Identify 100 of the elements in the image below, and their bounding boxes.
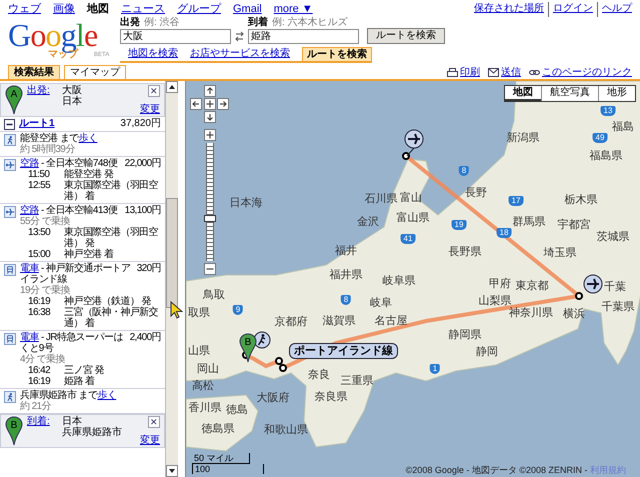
search-tab[interactable]: 地図を検索	[128, 47, 178, 61]
map-type-button[interactable]: 地図	[505, 86, 541, 101]
collapse-icon[interactable]	[4, 118, 15, 130]
swap-icon[interactable]	[235, 31, 244, 42]
place-label: 群馬県	[512, 216, 546, 228]
walk-link[interactable]: 歩く	[78, 133, 98, 144]
place-label: 山梨県	[478, 295, 512, 307]
stop-text: 神戸空港（鉄道） 発	[64, 296, 151, 307]
printer-icon	[447, 68, 458, 77]
time-text: 16:19	[28, 376, 52, 387]
location-input[interactable]: 姫路	[248, 29, 359, 44]
panel-tab[interactable]: マイマップ	[64, 65, 126, 79]
zoom-slider[interactable]	[206, 143, 214, 261]
place-label: 宇都宮	[558, 219, 590, 231]
nav-link[interactable]: Gmail	[233, 2, 262, 17]
road-shield: 8	[458, 166, 470, 176]
walker-icon	[4, 134, 16, 146]
nav-link[interactable]: 地図	[87, 2, 109, 17]
map-type-button[interactable]: 地形	[598, 86, 635, 101]
zoom-out-button[interactable]	[204, 263, 216, 275]
place-label: 千葉県	[602, 301, 634, 313]
scroll-thumb[interactable]	[166, 198, 178, 308]
nav-link[interactable]: ウェブ	[8, 2, 41, 17]
cursor-icon	[170, 301, 184, 319]
route-link[interactable]: ルート1	[19, 118, 116, 130]
nav-link[interactable]: グループ	[177, 2, 221, 17]
mode-link[interactable]: 空路	[20, 205, 39, 216]
place-label: 徳島県	[202, 423, 234, 435]
walk-link[interactable]: 歩く	[97, 390, 116, 401]
zoom-slider-thumb[interactable]	[204, 214, 216, 222]
scale-bar: 100	[192, 464, 264, 474]
road-shield: 41	[400, 234, 416, 244]
scroll-up-button[interactable]	[166, 81, 178, 93]
place-label: 徳島	[226, 404, 248, 416]
step-text: 空路 - 全日本空輸748便	[20, 158, 118, 169]
page-action-link[interactable]: このページのリンク	[542, 66, 632, 79]
zoom-in-button[interactable]	[204, 129, 216, 141]
change-link[interactable]: 変更	[140, 435, 160, 446]
map-pin-icon: A	[5, 85, 23, 115]
road-shield: 13	[600, 106, 616, 116]
mode-link[interactable]: 空路	[20, 158, 39, 169]
place-label: 岐阜	[370, 297, 392, 309]
link-icon	[529, 68, 540, 77]
field-label: 到着	[248, 17, 268, 29]
close-button[interactable]: ✕	[148, 416, 160, 428]
place-label: 奈良	[308, 369, 330, 381]
address-text: 兵庫県姫路市	[62, 427, 123, 438]
fare-text: 37,820円	[120, 118, 161, 130]
stop-text: 神戸空港 着	[64, 249, 114, 260]
stop-text: 東京国際空港（羽田空港） 着	[64, 180, 160, 202]
account-link[interactable]: 保存された場所	[474, 2, 544, 17]
panel-tab[interactable]: 検索結果	[8, 65, 60, 79]
place-label: 山県	[188, 345, 210, 357]
nav-link[interactable]: ニュース	[121, 2, 165, 17]
place-label: 福井	[335, 245, 357, 257]
place-label: 静岡	[476, 346, 498, 358]
road-shield: 17	[508, 196, 524, 206]
address-text: 日本	[62, 416, 83, 427]
nav-link[interactable]: more ▼	[274, 2, 313, 17]
place-label: 埼玉県	[544, 247, 576, 259]
endpoint-link[interactable]: 出発:	[27, 85, 50, 115]
change-link[interactable]: 変更	[140, 104, 160, 115]
envelope-icon	[488, 68, 499, 77]
place-label: 日本海	[230, 197, 262, 209]
nav-link[interactable]: 画像	[53, 2, 75, 17]
search-tab[interactable]: お店やサービスを検索	[190, 47, 290, 61]
route-waypoint	[402, 152, 410, 160]
pan-left-button[interactable]	[190, 98, 202, 110]
duration-text: 55分 で乗換	[20, 216, 70, 227]
location-input[interactable]: 大阪	[120, 29, 231, 44]
endpoint-link[interactable]: 到着:	[27, 416, 50, 446]
place-label: 静岡県	[448, 329, 482, 341]
map-type-button[interactable]: 航空写真	[541, 86, 598, 101]
route-search-button[interactable]: ルートを検索	[367, 28, 445, 44]
page-action-link[interactable]: 送信	[501, 66, 521, 79]
close-button[interactable]: ✕	[148, 85, 160, 97]
mode-link[interactable]: 電車	[20, 263, 39, 274]
place-label: 金沢	[357, 216, 379, 228]
time-text: 16:42	[28, 365, 52, 376]
pan-up-button[interactable]	[204, 85, 216, 97]
map-pin-icon: B	[239, 333, 257, 363]
duration-text: 4分 で乗換	[20, 354, 66, 365]
duration-text: 約 5時間39分	[20, 144, 76, 155]
account-link[interactable]: ヘルプ	[597, 2, 632, 17]
field-label: 出発	[120, 17, 140, 29]
airplane-marker-icon	[402, 129, 424, 157]
page-action-link[interactable]: 印刷	[460, 66, 480, 79]
mode-link[interactable]: 電車	[20, 332, 39, 343]
scrollbar[interactable]	[165, 81, 178, 477]
pan-center-button[interactable]	[204, 98, 216, 110]
place-label: 福島	[612, 121, 634, 133]
pan-right-button[interactable]	[217, 98, 230, 110]
scroll-down-button[interactable]	[166, 465, 178, 477]
place-label: 富山	[400, 192, 422, 204]
pan-down-button[interactable]	[204, 111, 216, 123]
airplane-icon	[4, 206, 16, 218]
account-link[interactable]: ログイン	[548, 2, 593, 17]
place-label: 茨城県	[596, 231, 630, 243]
map-pin-icon: B	[5, 416, 23, 446]
search-tab[interactable]: ルートを検索	[302, 47, 372, 61]
